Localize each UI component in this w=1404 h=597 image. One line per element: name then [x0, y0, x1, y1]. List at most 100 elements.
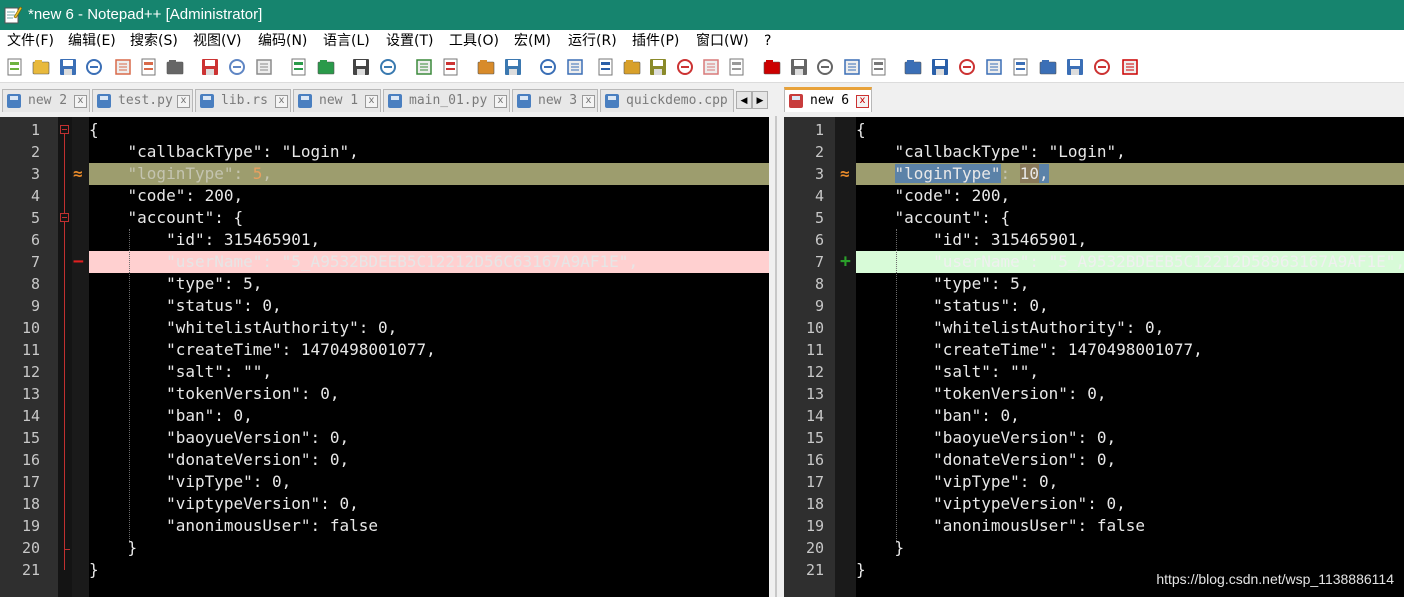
undo-icon[interactable] [289, 57, 309, 77]
tab-test-py[interactable]: test.py x [92, 89, 193, 112]
zoom-in-icon[interactable] [414, 57, 434, 77]
menu-language[interactable]: 语言(L) [323, 32, 370, 50]
line-number: 6 [814, 231, 824, 249]
tab-close-icon[interactable]: x [74, 95, 87, 108]
indent-guide-icon[interactable] [596, 57, 616, 77]
save-icon[interactable] [58, 57, 78, 77]
first-diff-icon[interactable] [984, 57, 1004, 77]
diff-marker-margin: ≈ + [835, 117, 856, 597]
zoom-out-icon[interactable] [441, 57, 461, 77]
save-macro-icon[interactable] [869, 57, 889, 77]
compare-options-icon[interactable] [930, 57, 950, 77]
view-splitter[interactable] [769, 86, 784, 597]
menu-search[interactable]: 搜索(S) [130, 32, 178, 50]
record-macro-icon[interactable] [762, 57, 782, 77]
tab-close-icon[interactable]: x [365, 95, 378, 108]
first-diff-icon-glyph [986, 59, 1002, 75]
save-all-icon[interactable] [84, 57, 104, 77]
sync-horizontal-icon[interactable] [503, 57, 523, 77]
tab-main-01-py[interactable]: main_01.py x [383, 89, 510, 112]
cut-icon[interactable] [200, 57, 220, 77]
tab-new-1[interactable]: new 1 x [293, 89, 381, 112]
tab-scroll-right-button[interactable]: ▶ [752, 91, 768, 109]
line-number: 9 [30, 297, 40, 315]
close-icon[interactable] [113, 57, 133, 77]
show-all-chars-icon[interactable] [565, 57, 585, 77]
menu-window[interactable]: 窗口(W) [696, 32, 749, 50]
last-diff-icon[interactable] [1065, 57, 1085, 77]
new-file-icon[interactable] [5, 57, 25, 77]
fold-minus-glyph [62, 217, 67, 218]
splitter-line [775, 116, 777, 597]
tab-quickdemo-cpp[interactable]: quickdemo.cpp [600, 89, 734, 112]
compare-icon[interactable] [903, 57, 923, 77]
sync-vertical-icon[interactable] [476, 57, 496, 77]
word-wrap-icon[interactable] [538, 57, 558, 77]
save-file-icon [7, 94, 21, 108]
save-file-icon [517, 94, 531, 108]
find-icon[interactable] [351, 57, 371, 77]
fold-toggle-icon[interactable] [60, 125, 69, 134]
code-line: "type": 5, [89, 274, 263, 293]
play-macro-icon[interactable] [815, 57, 835, 77]
tab-close-icon[interactable]: x [494, 95, 507, 108]
tab-new-3[interactable]: new 3 x [512, 89, 598, 112]
menu-view[interactable]: 视图(V) [193, 32, 242, 50]
pdf-icon[interactable] [675, 57, 695, 77]
undo-icon-glyph [291, 58, 306, 76]
menu-settings[interactable]: 设置(T) [386, 32, 433, 50]
stop-macro-icon[interactable] [789, 57, 809, 77]
print-icon[interactable] [165, 57, 185, 77]
line-number: 12 [21, 363, 40, 381]
paste-icon[interactable] [254, 57, 274, 77]
fold-line [64, 134, 65, 570]
menu-macro[interactable]: 宏(M) [514, 32, 551, 50]
left-editor[interactable]: 1 2 3 4 5 6 7 8 9 10 11 12 13 14 15 16 17 18 19 20 21 ≈ − { "… [0, 117, 769, 597]
code-line: "code": 200, [89, 186, 244, 205]
code-area[interactable]: { "callbackType": "Login", "loginType": … [89, 117, 769, 597]
nav-bar-icon[interactable] [1092, 57, 1112, 77]
menu-plugins[interactable]: 插件(P) [632, 32, 679, 50]
redo-icon[interactable] [316, 57, 336, 77]
menu-encoding[interactable]: 编码(N) [258, 32, 307, 50]
menu-edit[interactable]: 编辑(E) [68, 32, 116, 50]
tab-scroll-left-button[interactable]: ◀ [736, 91, 752, 109]
line-number: 13 [805, 385, 824, 403]
tab-close-icon[interactable]: x [177, 95, 190, 108]
doc-map-icon[interactable] [622, 57, 642, 77]
menu-tools[interactable]: 工具(O) [449, 32, 499, 50]
right-editor[interactable]: 1 2 3 4 5 6 7 8 9 10 11 12 13 14 15 16 17 18 19 20 21 ≈ + { "… [784, 117, 1404, 597]
code-area[interactable]: { "callbackType": "Login", "loginType": … [856, 117, 1404, 597]
folder-icon[interactable] [701, 57, 721, 77]
compare-icon-glyph [904, 60, 922, 75]
title-bar: *new 6 - Notepad++ [Administrator] [0, 0, 1404, 30]
prev-diff-icon[interactable] [1011, 57, 1031, 77]
cloud-icon[interactable] [727, 57, 747, 77]
tab-close-icon[interactable]: x [856, 95, 869, 108]
word-wrap-icon-glyph [540, 59, 556, 75]
code-line: "vipType": 0, [89, 472, 292, 491]
menu-run[interactable]: 运行(R) [568, 32, 617, 50]
copy-icon[interactable] [227, 57, 247, 77]
spell-check-icon[interactable] [1120, 57, 1140, 77]
fold-toggle-icon[interactable] [60, 213, 69, 222]
tab-new-6[interactable]: new 6 x [784, 87, 872, 112]
tab-close-icon[interactable]: x [582, 95, 595, 108]
line-number: 19 [805, 517, 824, 535]
replace-icon[interactable] [378, 57, 398, 77]
menu-help[interactable]: ? [764, 32, 771, 50]
close-icon-glyph [115, 59, 131, 75]
tab-lib-rs[interactable]: lib.rs x [195, 89, 291, 112]
tab-close-icon[interactable]: x [275, 95, 288, 108]
run-macro-multiple-icon[interactable] [842, 57, 862, 77]
line-number: 4 [30, 187, 40, 205]
function-list-icon[interactable] [648, 57, 668, 77]
code-line: "callbackType": "Login", [89, 142, 359, 161]
next-diff-icon[interactable] [1038, 57, 1058, 77]
open-file-icon[interactable] [31, 57, 51, 77]
code-line: "callbackType": "Login", [856, 142, 1126, 161]
menu-file[interactable]: 文件(F) [7, 32, 54, 50]
close-all-icon[interactable] [139, 57, 159, 77]
compare-last-icon[interactable] [957, 57, 977, 77]
tab-new-2[interactable]: new 2 x [2, 89, 90, 112]
